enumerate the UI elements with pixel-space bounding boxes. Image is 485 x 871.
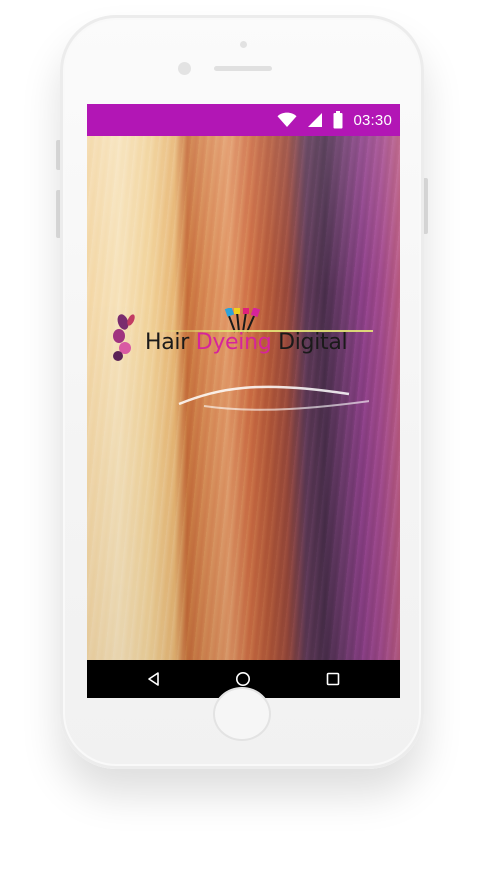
logo-wordmark: Hair Dyeing Digital bbox=[145, 330, 348, 355]
status-icons: 03:30 bbox=[277, 104, 392, 136]
logo-word-hair: Hair bbox=[145, 330, 196, 355]
device-mockup: 03:30 Hair Dyeing Digital bbox=[0, 0, 485, 871]
front-camera bbox=[178, 62, 191, 75]
back-button[interactable] bbox=[129, 660, 179, 698]
splash-screen: Hair Dyeing Digital bbox=[87, 136, 400, 660]
status-time: 03:30 bbox=[353, 111, 392, 129]
recents-icon bbox=[326, 672, 340, 686]
back-icon bbox=[148, 672, 159, 686]
logo-word-dyeing: Dyeing bbox=[195, 330, 272, 355]
signal-icon bbox=[308, 113, 323, 127]
status-bar: 03:30 bbox=[87, 104, 400, 136]
logo-graphic bbox=[113, 308, 369, 411]
battery-icon bbox=[333, 111, 343, 129]
logo-word-digital: Digital bbox=[271, 330, 348, 355]
app-logo: Hair Dyeing Digital bbox=[109, 308, 373, 418]
phone-screen: 03:30 Hair Dyeing Digital bbox=[87, 104, 400, 698]
proximity-sensor bbox=[240, 41, 247, 48]
earpiece-speaker bbox=[214, 66, 272, 71]
recents-button[interactable] bbox=[308, 660, 358, 698]
home-icon bbox=[236, 672, 250, 686]
wifi-icon bbox=[277, 112, 297, 127]
phone-home-button[interactable] bbox=[213, 687, 271, 741]
